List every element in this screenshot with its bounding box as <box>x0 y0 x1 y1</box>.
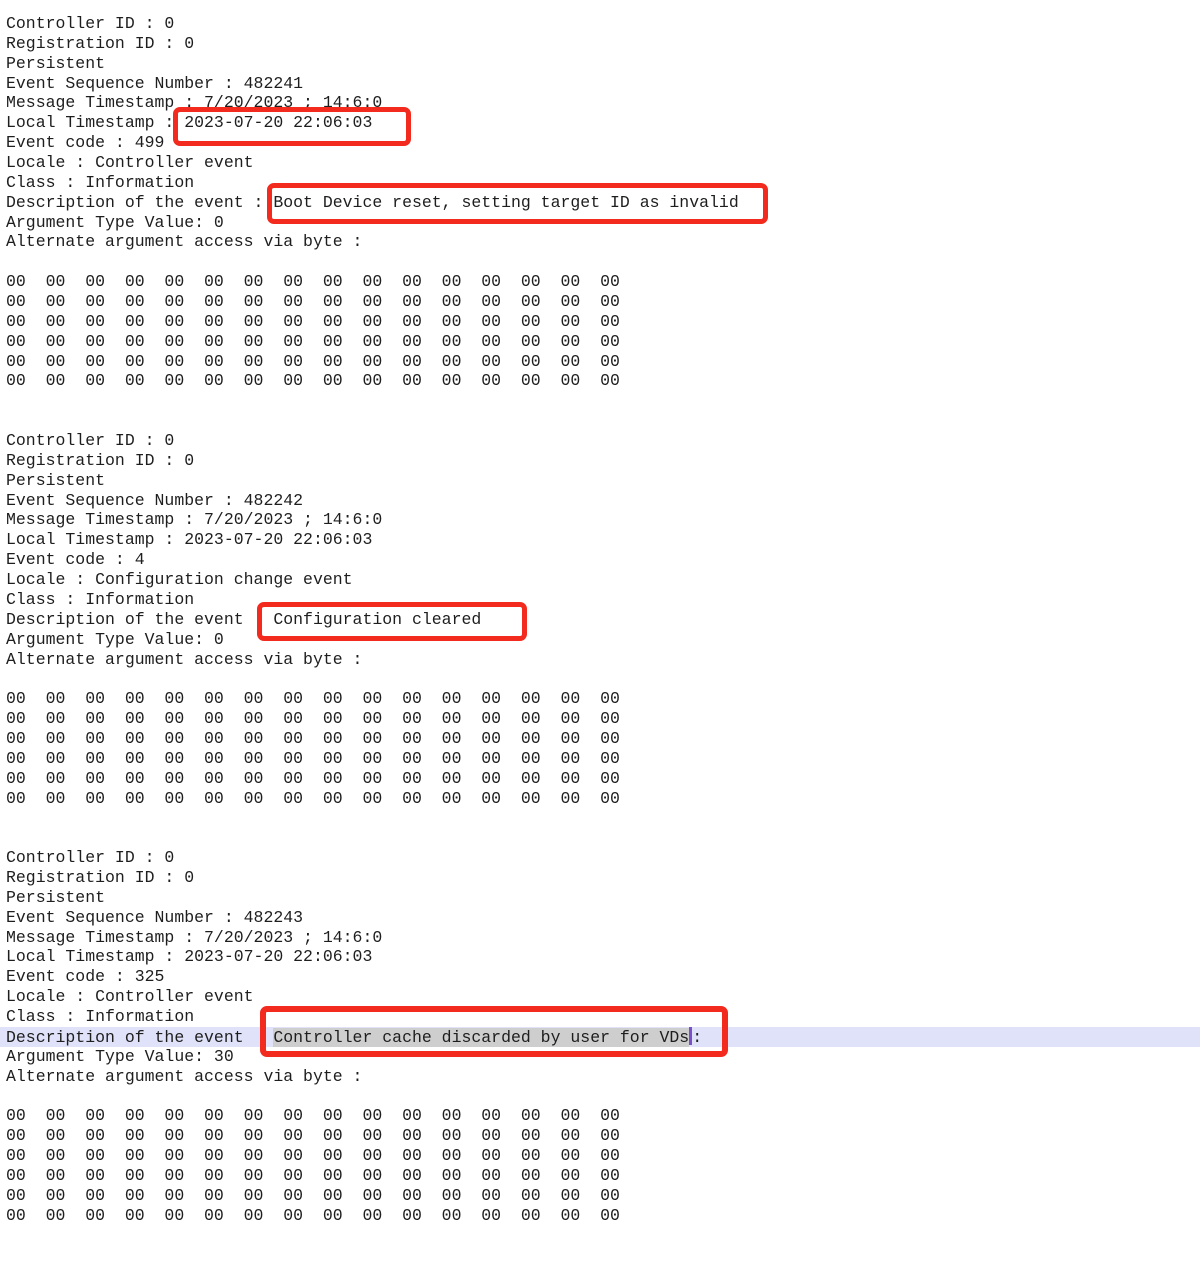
hex-dump-row: 00 00 00 00 00 00 00 00 00 00 00 00 00 0… <box>0 769 1200 789</box>
log-line: Locale : Configuration change event <box>0 570 1200 590</box>
log-line: Event code : 4 <box>0 550 1200 570</box>
event-log-document[interactable]: Controller ID : 0Registration ID : 0Pers… <box>0 0 1200 1264</box>
hex-dump-row: 00 00 00 00 00 00 00 00 00 00 00 00 00 0… <box>0 1206 1200 1226</box>
hex-dump-row: 00 00 00 00 00 00 00 00 00 00 00 00 00 0… <box>0 292 1200 312</box>
hex-dump-row: 00 00 00 00 00 00 00 00 00 00 00 00 00 0… <box>0 1186 1200 1206</box>
local-timestamp-line: Local Timestamp : 2023-07-20 22:06:03 <box>0 530 1200 550</box>
log-text-span: Description of the event <box>6 1028 273 1047</box>
hex-dump-row: 00 00 00 00 00 00 00 00 00 00 00 00 00 0… <box>0 1146 1200 1166</box>
log-line <box>0 1086 1200 1106</box>
log-line <box>0 252 1200 272</box>
selected-text: Controller cache discarded by user for V… <box>273 1028 689 1047</box>
log-line: Controller ID : 0 <box>0 848 1200 868</box>
hex-dump-row: 00 00 00 00 00 00 00 00 00 00 00 00 00 0… <box>0 1106 1200 1126</box>
local-timestamp-line: Local Timestamp : 2023-07-20 22:06:03 <box>0 947 1200 967</box>
log-line: Message Timestamp : 7/20/2023 ; 14:6:0 <box>0 928 1200 948</box>
hex-dump-row: 00 00 00 00 00 00 00 00 00 00 00 00 00 0… <box>0 789 1200 809</box>
hex-dump-row: 00 00 00 00 00 00 00 00 00 00 00 00 00 0… <box>0 749 1200 769</box>
log-line: Alternate argument access via byte : <box>0 1067 1200 1087</box>
description-line: Description of the event : Boot Device r… <box>0 193 1200 213</box>
log-line: Event Sequence Number : 482241 <box>0 74 1200 94</box>
hex-dump-row: 00 00 00 00 00 00 00 00 00 00 00 00 00 0… <box>0 332 1200 352</box>
log-line: Event Sequence Number : 482243 <box>0 908 1200 928</box>
log-lines: Controller ID : 0Registration ID : 0Pers… <box>0 14 1200 1264</box>
log-line: Locale : Controller event <box>0 153 1200 173</box>
log-line: Alternate argument access via byte : <box>0 232 1200 252</box>
log-line: Event code : 325 <box>0 967 1200 987</box>
log-line: Persistent <box>0 888 1200 908</box>
log-line <box>0 391 1200 411</box>
description-line: Description of the event Configuration c… <box>0 610 1200 630</box>
hex-dump-row: 00 00 00 00 00 00 00 00 00 00 00 00 00 0… <box>0 312 1200 332</box>
log-line: Message Timestamp : 7/20/2023 ; 14:6:0 <box>0 510 1200 530</box>
log-line: Persistent <box>0 54 1200 74</box>
log-line: Argument Type Value: 0 <box>0 213 1200 233</box>
log-line: Class : Information <box>0 173 1200 193</box>
hex-dump-row: 00 00 00 00 00 00 00 00 00 00 00 00 00 0… <box>0 1166 1200 1186</box>
hex-dump-row: 00 00 00 00 00 00 00 00 00 00 00 00 00 0… <box>0 729 1200 749</box>
log-line <box>0 1225 1200 1245</box>
log-line <box>0 669 1200 689</box>
log-line <box>0 1245 1200 1264</box>
log-line: Controller ID : 0 <box>0 431 1200 451</box>
log-line: Event Sequence Number : 482242 <box>0 491 1200 511</box>
hex-dump-row: 00 00 00 00 00 00 00 00 00 00 00 00 00 0… <box>0 709 1200 729</box>
log-line <box>0 828 1200 848</box>
log-line: Registration ID : 0 <box>0 868 1200 888</box>
log-line: Locale : Controller event <box>0 987 1200 1007</box>
hex-dump-row: 00 00 00 00 00 00 00 00 00 00 00 00 00 0… <box>0 1126 1200 1146</box>
log-line: Controller ID : 0 <box>0 14 1200 34</box>
log-line <box>0 808 1200 828</box>
hex-dump-row: 00 00 00 00 00 00 00 00 00 00 00 00 00 0… <box>0 352 1200 372</box>
log-line: Message Timestamp : 7/20/2023 ; 14:6:0 <box>0 93 1200 113</box>
log-line: Argument Type Value: 30 <box>0 1047 1200 1067</box>
log-line: Alternate argument access via byte : <box>0 650 1200 670</box>
hex-dump-row: 00 00 00 00 00 00 00 00 00 00 00 00 00 0… <box>0 371 1200 391</box>
description-line: Description of the event Controller cach… <box>0 1027 1200 1047</box>
log-line: Event code : 499 <box>0 133 1200 153</box>
log-line: Registration ID : 0 <box>0 34 1200 54</box>
hex-dump-row: 00 00 00 00 00 00 00 00 00 00 00 00 00 0… <box>0 272 1200 292</box>
log-text-span: : <box>692 1028 702 1047</box>
log-line: Class : Information <box>0 1007 1200 1027</box>
hex-dump-row: 00 00 00 00 00 00 00 00 00 00 00 00 00 0… <box>0 689 1200 709</box>
log-line: Persistent <box>0 471 1200 491</box>
log-line <box>0 411 1200 431</box>
log-line: Argument Type Value: 0 <box>0 630 1200 650</box>
log-line: Registration ID : 0 <box>0 451 1200 471</box>
local-timestamp-line: Local Timestamp : 2023-07-20 22:06:03 <box>0 113 1200 133</box>
log-line: Class : Information <box>0 590 1200 610</box>
